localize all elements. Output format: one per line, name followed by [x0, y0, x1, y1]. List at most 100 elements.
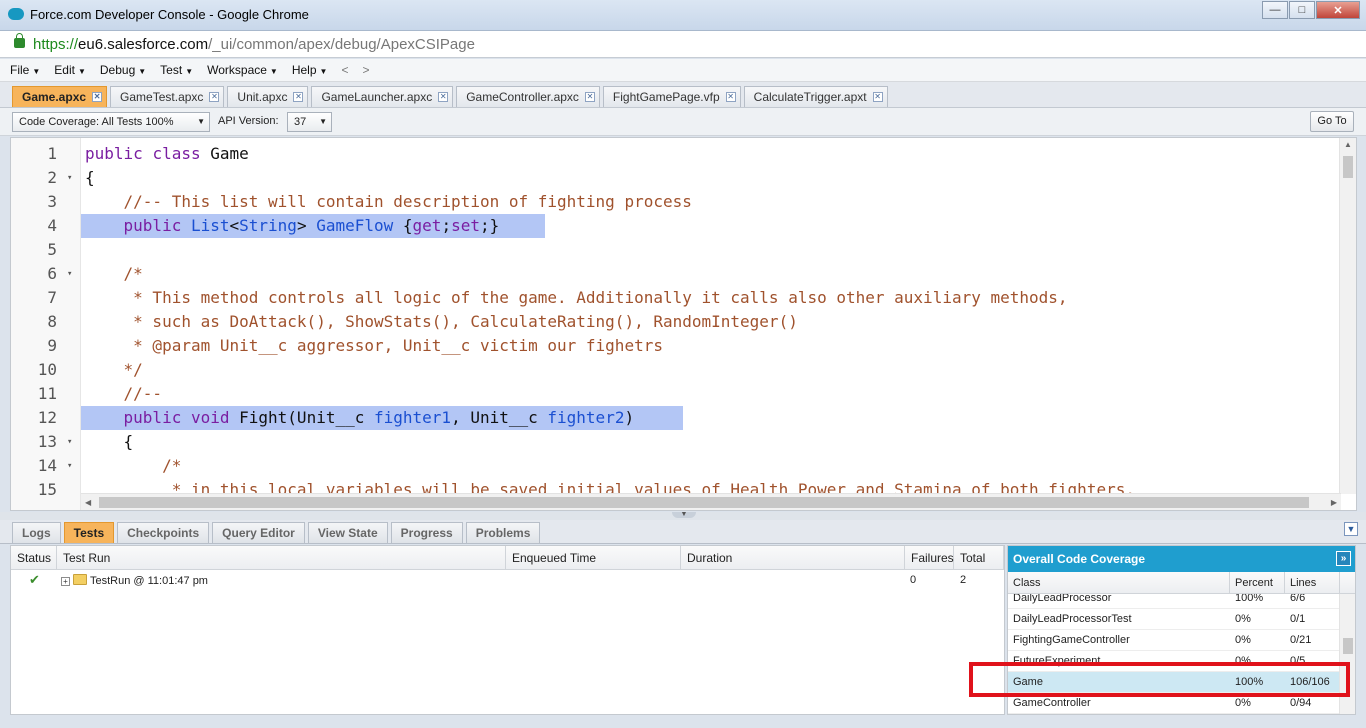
close-tab-icon[interactable]: ✕	[92, 92, 103, 102]
close-tab-icon[interactable]: ✕	[872, 92, 883, 102]
close-tab-icon[interactable]: ✕	[438, 92, 449, 102]
address-bar[interactable]: https://eu6.salesforce.com/_ui/common/ap…	[0, 31, 1366, 58]
code-line[interactable]: 1 public class Game	[11, 142, 1341, 166]
fold-toggle-icon[interactable]: ▾	[67, 454, 72, 478]
code-editor[interactable]: 1 public class Game 2 ▾ {3 //-- This list wi…	[10, 137, 1357, 511]
splitter-grip-icon[interactable]: ▼	[672, 511, 696, 518]
code-text[interactable]: */	[85, 358, 143, 382]
code-line[interactable]: 10 */	[11, 358, 1341, 382]
code-line[interactable]: 2 ▾ {	[11, 166, 1341, 190]
code-line[interactable]: 6 ▾ /*	[11, 262, 1341, 286]
close-tab-icon[interactable]: ✕	[584, 92, 595, 102]
goto-button[interactable]: Go To	[1310, 111, 1354, 132]
column-percent[interactable]: Percent	[1230, 572, 1285, 594]
column-status[interactable]: Status	[11, 546, 57, 570]
minimize-button[interactable]: —	[1262, 1, 1288, 19]
code-text[interactable]: * @param Unit__c aggressor, Unit__c vict…	[85, 334, 663, 358]
tab-tests[interactable]: Tests	[63, 522, 115, 543]
scroll-left-icon[interactable]: ◀	[85, 498, 91, 507]
file-tab-gamecontroller[interactable]: GameController.apxc ✕	[456, 86, 600, 107]
scroll-up-icon[interactable]: ▲	[1344, 140, 1352, 149]
menu-help[interactable]: Help ▼	[292, 63, 328, 77]
tab-query-editor[interactable]: Query Editor	[212, 522, 305, 543]
tab-logs[interactable]: Logs	[12, 522, 61, 543]
code-line[interactable]: 13 ▾ {	[11, 430, 1341, 454]
file-tab-fightgamepage[interactable]: FightGamePage.vfp ✕	[602, 86, 741, 107]
code-text[interactable]: //--	[85, 382, 163, 406]
column-class[interactable]: Class	[1008, 572, 1230, 594]
file-tab-calculatetrigger[interactable]: CalculateTrigger.apxt ✕	[743, 86, 888, 107]
coverage-row[interactable]: DailyLeadProcessor 100% 6/6	[1008, 594, 1340, 609]
menu-test[interactable]: Test ▼	[160, 63, 193, 77]
code-text[interactable]: /*	[85, 454, 181, 478]
code-line[interactable]: 3 //-- This list will contain descriptio…	[11, 190, 1341, 214]
code-line[interactable]: 8 * such as DoAttack(), ShowStats(), Cal…	[11, 310, 1341, 334]
code-coverage-select[interactable]: Code Coverage: All Tests 100% ▼	[12, 112, 210, 132]
menu-workspace[interactable]: Workspace ▼	[207, 63, 278, 77]
close-window-button[interactable]: ✕	[1316, 1, 1360, 19]
tab-problems[interactable]: Problems	[465, 522, 541, 543]
table-row[interactable]: ✔ + TestRun @ 11:01:47 pm 0 2	[11, 572, 1004, 592]
coverage-scrollbar[interactable]	[1339, 594, 1355, 714]
code-line[interactable]: 9 * @param Unit__c aggressor, Unit__c vi…	[11, 334, 1341, 358]
file-tab-gametest[interactable]: GameTest.apxc ✕	[110, 86, 225, 107]
scrollbar-thumb[interactable]	[99, 497, 1309, 508]
code-text[interactable]: {	[85, 430, 134, 454]
fold-toggle-icon[interactable]: ▾	[67, 430, 72, 454]
coverage-row[interactable]: DailyLeadProcessorTest 0% 0/1	[1008, 609, 1340, 630]
code-line[interactable]: 4 public List<String> GameFlow {get;set;…	[11, 214, 1341, 238]
coverage-row[interactable]: FutureExperiment 0% 0/5	[1008, 651, 1340, 672]
column-test-run[interactable]: Test Run	[57, 546, 506, 570]
column-duration[interactable]: Duration	[681, 546, 905, 570]
file-tab-game[interactable]: Game.apxc ✕	[12, 86, 108, 107]
column-total[interactable]: Total	[954, 546, 1004, 570]
back-button[interactable]: <	[341, 63, 348, 77]
tab-checkpoints[interactable]: Checkpoints	[117, 522, 210, 543]
horizontal-scrollbar[interactable]: ◀ ▶	[81, 493, 1341, 510]
coverage-row[interactable]: FightingGameController 0% 0/21	[1008, 630, 1340, 651]
tab-view-state[interactable]: View State	[307, 522, 388, 543]
collapse-panel-icon[interactable]: ▼	[1344, 522, 1358, 536]
code-line[interactable]: 11 //--	[11, 382, 1341, 406]
code-line[interactable]: 7 * This method controls all logic of th…	[11, 286, 1341, 310]
scrollbar-thumb[interactable]	[1343, 638, 1353, 654]
code-line[interactable]: 5	[11, 238, 1341, 262]
close-tab-icon[interactable]: ✕	[209, 92, 220, 102]
menu-edit[interactable]: Edit ▼	[54, 63, 86, 77]
column-failures[interactable]: Failures	[905, 546, 954, 570]
url-text[interactable]: https://eu6.salesforce.com/_ui/common/ap…	[33, 36, 475, 53]
code-line[interactable]: 12 public void Fight(Unit__c fighter1, U…	[11, 406, 1341, 430]
code-text[interactable]: * such as DoAttack(), ShowStats(), Calcu…	[85, 310, 798, 334]
code-text[interactable]: public void Fight(Unit__c fighter1, Unit…	[85, 406, 635, 430]
vertical-scrollbar[interactable]: ▲	[1339, 138, 1356, 494]
file-tab-gamelauncher[interactable]: GameLauncher.apxc ✕	[311, 86, 454, 107]
test-run-cell[interactable]: + TestRun @ 11:01:47 pm	[61, 574, 208, 587]
code-text[interactable]: /*	[85, 262, 143, 286]
expand-panel-icon[interactable]: »	[1336, 551, 1351, 566]
forward-button[interactable]: >	[362, 63, 369, 77]
api-version-select[interactable]: 37 ▼	[287, 112, 332, 132]
column-lines[interactable]: Lines	[1285, 572, 1340, 594]
expand-icon[interactable]: +	[61, 577, 70, 586]
code-text[interactable]: {	[85, 166, 95, 190]
panel-splitter[interactable]: ▼	[0, 511, 1366, 520]
file-tab-unit[interactable]: Unit.apxc ✕	[227, 86, 309, 107]
scroll-right-icon[interactable]: ▶	[1331, 498, 1337, 507]
code-line[interactable]: 14 ▾ /*	[11, 454, 1341, 478]
close-tab-icon[interactable]: ✕	[725, 92, 736, 102]
column-enqueued-time[interactable]: Enqueued Time	[506, 546, 681, 570]
menu-file[interactable]: File ▼	[10, 63, 40, 77]
code-text[interactable]: public List<String> GameFlow {get;set;}	[85, 214, 500, 238]
fold-toggle-icon[interactable]: ▾	[67, 262, 72, 286]
code-text[interactable]: //-- This list will contain description …	[85, 190, 692, 214]
code-text[interactable]: public class Game	[85, 142, 249, 166]
maximize-button[interactable]: □	[1289, 1, 1315, 19]
code-text[interactable]: * This method controls all logic of the …	[85, 286, 1067, 310]
tab-progress[interactable]: Progress	[390, 522, 463, 543]
coverage-row[interactable]: Game 100% 106/106	[1008, 672, 1340, 693]
menu-debug[interactable]: Debug ▼	[100, 63, 146, 77]
fold-toggle-icon[interactable]: ▾	[67, 166, 72, 190]
scrollbar-thumb[interactable]	[1343, 156, 1353, 178]
close-tab-icon[interactable]: ✕	[293, 92, 304, 102]
coverage-row[interactable]: GameController 0% 0/94	[1008, 693, 1340, 714]
